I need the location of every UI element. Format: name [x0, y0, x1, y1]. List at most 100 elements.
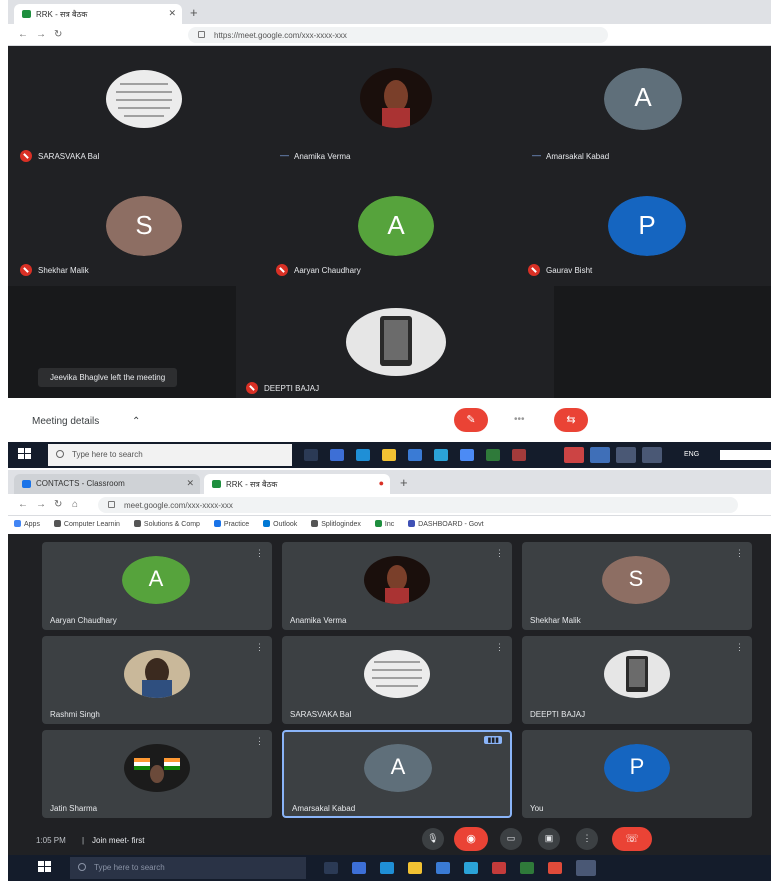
windows-start-icon[interactable]	[38, 861, 52, 873]
meeting-details-label[interactable]: Meeting details	[32, 416, 99, 427]
back-icon[interactable]: ←	[18, 29, 28, 40]
browser-tab-bar: CONTACTS - Classroom ✕ RRK - सत्र बैठक ●…	[8, 470, 771, 494]
forward-icon[interactable]: →	[36, 29, 46, 40]
participant-tile[interactable]: ⋮ Anamika Verma	[282, 542, 512, 630]
tray-language[interactable]: ENG	[684, 451, 699, 458]
leave-call-button[interactable]: ☏	[612, 827, 652, 851]
bookmarks-bar: Apps Computer Learnin Solutions & Comp P…	[8, 516, 771, 534]
forward-icon[interactable]: →	[36, 499, 46, 510]
mic-off-icon	[20, 150, 32, 162]
bookmark-item[interactable]: DASHBOARD - Govt	[408, 520, 484, 528]
chrome-icon[interactable]	[548, 862, 562, 874]
bookmark-item[interactable]: Practice	[213, 520, 249, 528]
participant-tile[interactable]: ⋮ S Shekhar Malik	[522, 542, 752, 630]
file-explorer-icon[interactable]	[382, 449, 396, 461]
meet-stage: SARASVAKA Bal — Anamika Verma A — Amarsa…	[8, 46, 771, 398]
url-field[interactable]: https://meet.google.com/xxx-xxxx-xxx	[188, 27, 608, 43]
app-icon[interactable]	[512, 449, 526, 461]
participant-tile[interactable]: ⋮ A Aaryan Chaudhary	[42, 542, 272, 630]
more-dots-icon[interactable]: •••	[514, 414, 525, 425]
app-icon[interactable]	[486, 449, 500, 461]
participant-tile[interactable]: ⋮ SARASVAKA Bal	[282, 636, 512, 724]
recording-dot-icon: ●	[378, 478, 384, 488]
url-field[interactable]: meet.google.com/xxx-xxxx-xxx	[98, 497, 738, 513]
mail-icon[interactable]	[464, 862, 478, 874]
taskbar-search-box[interactable]: Type here to search	[48, 444, 292, 466]
participant-name: Aaryan Chaudhary	[294, 266, 361, 275]
more-options-icon[interactable]: ⋮	[255, 736, 264, 747]
edge-icon[interactable]	[352, 862, 366, 874]
more-options-icon[interactable]: ⋮	[735, 548, 744, 559]
mail-icon[interactable]	[434, 449, 448, 461]
participant-name: Shekhar Malik	[38, 266, 89, 275]
more-options-icon[interactable]: ⋮	[495, 642, 504, 653]
bookmark-item[interactable]: Apps	[14, 520, 40, 528]
close-tab-icon[interactable]: ✕	[186, 478, 194, 489]
app-icon[interactable]	[576, 860, 596, 876]
browser-tab-meet[interactable]: RRK - सत्र बैठक ●	[204, 474, 390, 494]
audio-indicator-icon: —	[280, 150, 289, 160]
camera-off-button[interactable]: ◉	[454, 827, 488, 851]
participant-tile[interactable]: ⋮ DEEPTI BAJAJ	[522, 636, 752, 724]
mic-button[interactable]: 🎙	[422, 828, 444, 850]
mic-button[interactable]: ✎	[454, 408, 488, 432]
participant-tile[interactable]: ⋮ Rashmi Singh	[42, 636, 272, 724]
bookmark-item[interactable]: Solutions & Comp	[133, 520, 200, 528]
app-icon[interactable]	[590, 447, 610, 463]
chrome-icon[interactable]	[564, 447, 584, 463]
mic-off-icon	[20, 264, 32, 276]
search-icon	[78, 863, 86, 871]
more-options-icon[interactable]: ⋮	[735, 642, 744, 653]
app-icon[interactable]	[492, 862, 506, 874]
close-tab-icon[interactable]: ✕	[168, 8, 176, 19]
browser-tab-classroom[interactable]: CONTACTS - Classroom ✕	[14, 474, 200, 494]
new-tab-icon[interactable]: +	[400, 475, 408, 490]
task-view-icon[interactable]	[324, 862, 338, 874]
more-options-icon[interactable]: ⋮	[255, 642, 264, 653]
new-tab-icon[interactable]: +	[190, 5, 198, 20]
participant-tile[interactable]: P You	[522, 730, 752, 818]
more-options-icon[interactable]: ⋮	[495, 548, 504, 559]
more-options-icon[interactable]: ⋮	[255, 548, 264, 559]
participant-name: DEEPTI BAJAJ	[264, 384, 320, 393]
participant-tile-active[interactable]: ▮▮▮ A Amarsakal Kabad	[282, 730, 512, 818]
bookmark-item[interactable]: Outlook	[263, 520, 297, 528]
home-icon[interactable]: ⌂	[72, 499, 78, 510]
bookmark-item[interactable]: Computer Learnin	[53, 520, 120, 528]
taskbar-search-box[interactable]: Type here to search	[70, 857, 306, 879]
reload-icon[interactable]: ↻	[54, 499, 62, 510]
lock-icon	[108, 501, 115, 508]
bookmark-label: DASHBOARD - Govt	[418, 521, 484, 528]
back-icon[interactable]: ←	[18, 499, 28, 510]
task-view-icon[interactable]	[304, 449, 318, 461]
app-icon[interactable]	[616, 447, 636, 463]
camera-button[interactable]: ⇆	[554, 408, 588, 432]
bookmark-item[interactable]: Inc	[374, 520, 394, 528]
participant-name: Anamika Verma	[290, 616, 347, 625]
avatar-letter: P	[604, 744, 670, 792]
participant-name: Rashmi Singh	[50, 710, 100, 719]
app-icon[interactable]	[520, 862, 534, 874]
captions-button[interactable]: ▭	[500, 828, 522, 850]
participant-name: Amarsakal Kabad	[546, 152, 610, 161]
ie-icon[interactable]	[356, 449, 370, 461]
browser-tab-meet[interactable]: RRK - सत्र बैठक ✕	[14, 4, 182, 24]
app-icon[interactable]	[460, 449, 474, 461]
present-button[interactable]: ▣	[538, 828, 560, 850]
participant-tile[interactable]: ⋮ Jatin Sharma	[42, 730, 272, 818]
participant-name: Amarsakal Kabad	[292, 804, 356, 813]
avatar-letter: P	[608, 196, 686, 256]
participant-avatar: A	[122, 556, 190, 604]
reload-icon[interactable]: ↻	[54, 29, 62, 40]
store-icon[interactable]	[408, 449, 422, 461]
chevron-up-icon[interactable]: ⌃	[132, 416, 140, 427]
store-icon[interactable]	[436, 862, 450, 874]
ie-icon[interactable]	[380, 862, 394, 874]
app-icon[interactable]	[642, 447, 662, 463]
more-options-button[interactable]: ⋮	[576, 828, 598, 850]
file-explorer-icon[interactable]	[408, 862, 422, 874]
bookmark-item[interactable]: Splitlogindex	[311, 520, 361, 528]
edge-icon[interactable]	[330, 449, 344, 461]
windows-start-icon[interactable]	[18, 448, 32, 460]
participant-name: Shekhar Malik	[530, 616, 581, 625]
